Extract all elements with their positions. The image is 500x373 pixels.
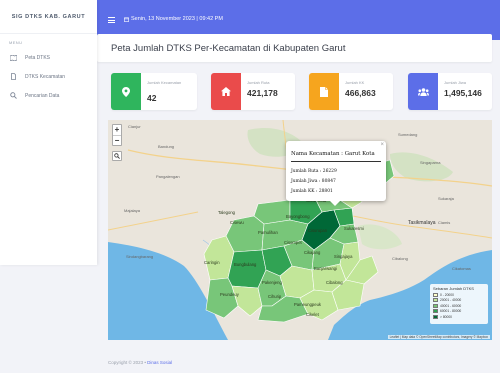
footer-copyright: Copyright © 2023 [108,360,144,365]
stat-value: 466,863 [345,88,376,98]
district-label: Singajaya [334,254,353,259]
popup-divider [291,161,381,162]
zoom-in-button[interactable]: + [113,125,121,135]
district-label: Caringin [204,260,220,265]
map-search-button[interactable] [112,151,122,161]
basemap-label: Cibalong [392,256,408,261]
district-label: Talegong [218,210,236,215]
stat-label: Jumlah KK [345,80,365,85]
stat-value: 1,495,146 [444,88,482,98]
zoom-out-button[interactable]: − [113,135,121,145]
users-icon [417,87,429,96]
map-popup: × Nama Kecamatan : Garut Kota Jumlah Rut… [286,141,386,206]
legend-swatch [433,309,438,314]
basemap-label: Singaparna [420,160,441,165]
map-attribution[interactable]: Leaflet | Map data © OpenStreetMap contr… [387,335,490,339]
stat-icon-box [408,73,438,110]
sidebar-item-label: Pencarian Data [25,92,60,99]
stat-value: 421,178 [247,88,278,98]
map-icon [9,54,18,61]
sidebar-heading: MENU [9,40,23,45]
search-icon [9,92,18,99]
popup-tip [330,201,340,206]
stat-label: Jumlah Kecamatan [147,80,182,85]
district-label: Bungbulang [234,262,257,267]
district-label: Peundeuy [220,292,240,297]
stat-label: Jumlah Jiwa [444,80,467,85]
stat-icon-box [309,73,339,110]
district-label: Cikelet [306,312,320,317]
district-label: Cikajang [304,250,321,255]
menu-icon[interactable] [108,17,115,23]
stat-card-ruta: Jumlah Ruta 421,178 [211,73,295,110]
basemap-label: Majalaya [124,208,141,213]
stat-icon-box [211,73,241,110]
datetime: Senin, 13 November 2023 | 09:42 PM [124,16,223,22]
basemap-label: Ciamis [438,220,450,225]
zoom-control: + − [112,124,122,146]
sidebar-brand[interactable]: SIG DTKS KAB. GARUT [0,0,97,34]
district-label: Cisewu [230,220,244,225]
page-header: Peta Jumlah DTKS Per-Kecamatan di Kabupa… [97,34,492,62]
map-container[interactable]: Garut Kota Tarogong Cilawu Cisurupan Cik… [108,120,492,340]
district-label: Pakenjeng [262,280,282,285]
legend-swatch [433,292,438,297]
district-label: Cihurip [268,294,282,299]
popup-row-jiwa: Jumlah Jiwa : 80847 [291,179,336,184]
district-label: Banjarwangi [314,266,337,271]
popup-title: Nama Kecamatan : Garut Kota [291,151,375,157]
legend-label: > 80000 [440,314,453,319]
file-icon [9,73,18,80]
footer-link[interactable]: Dinas Sosial [147,360,172,365]
sidebar-item-label: DTKS Kecamatan [25,73,66,80]
footer: Copyright © 2023 • Dinas Sosial [108,360,173,365]
district-label: Pameungpeuk [294,302,322,307]
map-legend: Sebaran Jumlah DTKS 0 - 20000 20001 - 40… [430,284,488,324]
popup-row-kk: Jumlah KK : 28801 [291,189,333,194]
legend-title: Sebaran Jumlah DTKS [433,286,474,291]
sidebar: SIG DTKS KAB. GARUT MENU Peta DTKS DTKS … [0,0,97,265]
basemap-label: Sumedang [398,132,417,137]
legend-label: 0 - 20000 [440,292,454,297]
home-icon [221,87,231,96]
stat-label: Jumlah Ruta [247,80,270,85]
stat-value: 42 [147,93,157,103]
stat-icon-box [111,73,141,110]
legend-label: 60001 - 80000 [440,309,462,314]
legend-label: 20001 - 40000 [440,298,462,303]
legend-label: 40001 - 60000 [440,303,462,308]
legend-swatch [433,298,438,303]
stat-card-jiwa: Jumlah Jiwa 1,495,146 [408,73,492,110]
stat-card-kecamatan: Jumlah Kecamatan 42 [111,73,197,110]
calendar-icon [124,17,129,22]
sidebar-item-pencarian-data[interactable]: Pencarian Data [0,86,97,105]
popup-row-ruta: Jumlah Ruta : 26229 [291,169,337,174]
basemap-label: Cianjur [128,124,141,129]
document-icon [320,86,328,97]
basemap-label: Cikatomas [452,266,471,271]
legend-swatch [433,303,438,308]
sidebar-item-peta-dtks[interactable]: Peta DTKS [0,48,97,67]
basemap-label: Bandung [158,144,174,149]
search-icon [114,153,120,159]
district-label: Sukaresmi [344,226,364,231]
legend-swatch [433,314,438,319]
basemap-label: Tasikmalaya [408,220,436,226]
popup-close-button[interactable]: × [380,142,384,148]
legend-item: > 80000 [433,314,485,320]
sidebar-item-dtks-kecamatan[interactable]: DTKS Kecamatan [0,67,97,86]
stat-card-kk: Jumlah KK 466,863 [309,73,393,110]
map-pin-icon [122,86,130,97]
basemap-label: Sukaraja [438,196,455,201]
district-label: Cibalong [326,280,343,285]
district-label: Cisurupan [308,228,328,233]
basemap-label: Sindangbarang [126,254,153,259]
district-label: Cisompet [284,240,303,245]
datetime-text: Senin, 13 November 2023 | 09:42 PM [131,16,223,22]
district-label: Pamulihan [258,230,278,235]
sidebar-item-label: Peta DTKS [25,54,51,61]
page-title: Peta Jumlah DTKS Per-Kecamatan di Kabupa… [111,43,346,54]
district-label: Bayongbong [286,214,310,219]
basemap-label: Pangalengan [156,174,180,179]
